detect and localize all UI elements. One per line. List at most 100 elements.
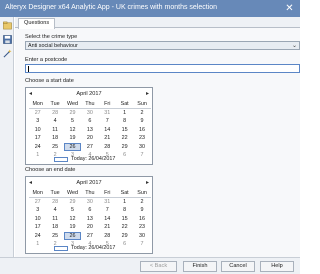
- weekday-label: Sun: [137, 101, 147, 107]
- calendar-day[interactable]: 7: [99, 117, 116, 126]
- calendar-day[interactable]: 28: [46, 198, 63, 207]
- start-date-calendar[interactable]: ◂ April 2017 ▸ Mon Tue Wed Thu Fri Sat Sun 27 28…: [25, 87, 153, 165]
- calendar-day[interactable]: 4: [46, 117, 63, 126]
- questions-panel: Questions Select the crime type Anti soc…: [15, 17, 300, 257]
- calendar-day[interactable]: 13: [81, 215, 98, 224]
- crime-type-select[interactable]: Anti social behaviour ⌄: [25, 41, 300, 50]
- close-icon[interactable]: ✕: [283, 2, 296, 15]
- wand-icon[interactable]: [3, 49, 12, 58]
- calendar-day[interactable]: 28: [46, 109, 63, 118]
- calendar-day[interactable]: 24: [29, 143, 46, 152]
- calendar-day[interactable]: 30: [81, 109, 98, 118]
- end-date-label: Choose an end date: [25, 167, 76, 173]
- calendar-day[interactable]: 26: [63, 142, 82, 151]
- today-link[interactable]: Today: 26/04/2017: [54, 245, 144, 253]
- calendar-day[interactable]: 24: [29, 232, 46, 241]
- calendar-day[interactable]: 15: [116, 126, 133, 135]
- calendar-day[interactable]: 21: [99, 223, 116, 232]
- help-button[interactable]: Help: [260, 261, 294, 272]
- calendar-day[interactable]: 30: [81, 198, 98, 207]
- save-icon[interactable]: [3, 35, 12, 44]
- calendar-day[interactable]: 6: [81, 117, 98, 126]
- weekday-header: Mon Tue Wed Thu Fri Sat Sun: [29, 189, 151, 198]
- cancel-button[interactable]: Cancel: [221, 261, 255, 272]
- calendar-day[interactable]: 7: [99, 206, 116, 215]
- finish-button[interactable]: Finish: [183, 261, 217, 272]
- calendar-day[interactable]: 25: [46, 143, 63, 152]
- calendar-day[interactable]: 25: [46, 232, 63, 241]
- calendar-day[interactable]: 10: [29, 126, 46, 135]
- calendar-week-row: 10 11 12 13 14 15 16: [29, 126, 151, 135]
- calendar-day[interactable]: 27: [29, 198, 46, 207]
- calendar-day[interactable]: 6: [81, 206, 98, 215]
- calendar-day[interactable]: 29: [64, 198, 81, 207]
- calendar-day[interactable]: 23: [133, 223, 150, 232]
- tab-questions[interactable]: Questions: [18, 18, 56, 29]
- back-button[interactable]: < Back: [140, 261, 177, 272]
- calendar-day[interactable]: 15: [116, 215, 133, 224]
- calendar-day[interactable]: 30: [133, 143, 150, 152]
- calendar-day[interactable]: 22: [116, 223, 133, 232]
- calendar-day[interactable]: 31: [99, 109, 116, 118]
- calendar-day[interactable]: 19: [64, 134, 81, 143]
- calendar-day[interactable]: 20: [81, 223, 98, 232]
- calendar-day[interactable]: 27: [29, 109, 46, 118]
- calendar-day[interactable]: 8: [116, 206, 133, 215]
- calendar-day[interactable]: 5: [64, 206, 81, 215]
- calendar-day[interactable]: 23: [133, 134, 150, 143]
- calendar-day[interactable]: 19: [64, 223, 81, 232]
- calendar-day[interactable]: 4: [46, 206, 63, 215]
- postcode-input[interactable]: [25, 64, 300, 73]
- calendar-day[interactable]: 28: [99, 232, 116, 241]
- calendar-day[interactable]: 12: [64, 126, 81, 135]
- calendar-day[interactable]: 10: [29, 215, 46, 224]
- calendar-day[interactable]: 27: [81, 143, 98, 152]
- calendar-day[interactable]: 1: [29, 151, 46, 160]
- calendar-day[interactable]: 1: [116, 109, 133, 118]
- calendar-day[interactable]: 5: [64, 117, 81, 126]
- calendar-day[interactable]: 18: [46, 223, 63, 232]
- calendar-day[interactable]: 29: [64, 109, 81, 118]
- calendar-day[interactable]: 21: [99, 134, 116, 143]
- calendar-day[interactable]: 28: [99, 143, 116, 152]
- calendar-day[interactable]: 9: [133, 117, 150, 126]
- today-text: Today: 26/04/2017: [71, 245, 116, 251]
- chevron-right-icon[interactable]: ▸: [146, 90, 149, 97]
- chevron-right-icon[interactable]: ▸: [146, 179, 149, 186]
- end-date-calendar[interactable]: ◂ April 2017 ▸ Mon Tue Wed Thu Fri Sat Sun 27 28…: [25, 176, 153, 254]
- calendar-day[interactable]: 3: [29, 117, 46, 126]
- calendar-day[interactable]: 18: [46, 134, 63, 143]
- calendar-day[interactable]: 12: [64, 215, 81, 224]
- calendar-day[interactable]: 17: [29, 134, 46, 143]
- calendar-day[interactable]: 29: [116, 143, 133, 152]
- calendar-day[interactable]: 26: [63, 231, 82, 240]
- calendar-day[interactable]: 14: [99, 215, 116, 224]
- calendar-day[interactable]: 29: [116, 232, 133, 241]
- calendar-day[interactable]: 30: [133, 232, 150, 241]
- calendar-day[interactable]: 20: [81, 134, 98, 143]
- calendar-day[interactable]: 3: [29, 206, 46, 215]
- calendar-day[interactable]: 8: [116, 117, 133, 126]
- calendar-day[interactable]: 1: [116, 198, 133, 207]
- calendar-day[interactable]: 11: [46, 215, 63, 224]
- calendar-day[interactable]: 27: [81, 232, 98, 241]
- calendar-day[interactable]: 13: [81, 126, 98, 135]
- calendar-day[interactable]: 17: [29, 223, 46, 232]
- calendar-day[interactable]: 1: [29, 240, 46, 249]
- today-link[interactable]: Today: 26/04/2017: [54, 156, 144, 164]
- calendar-day[interactable]: 2: [133, 198, 150, 207]
- calendar-day[interactable]: 9: [133, 206, 150, 215]
- open-folder-icon[interactable]: [3, 21, 12, 30]
- weekday-label: Mon: [32, 101, 43, 107]
- weekday-label: Sun: [137, 190, 147, 196]
- calendar-month-title: April 2017: [76, 180, 102, 186]
- calendar-day[interactable]: 16: [133, 215, 150, 224]
- calendar-day[interactable]: 16: [133, 126, 150, 135]
- calendar-day[interactable]: 31: [99, 198, 116, 207]
- calendar-day[interactable]: 22: [116, 134, 133, 143]
- calendar-week-row: 10 11 12 13 14 15 16: [29, 215, 151, 224]
- calendar-day[interactable]: 14: [99, 126, 116, 135]
- text-caret: [28, 66, 29, 72]
- calendar-day[interactable]: 2: [133, 109, 150, 118]
- calendar-day[interactable]: 11: [46, 126, 63, 135]
